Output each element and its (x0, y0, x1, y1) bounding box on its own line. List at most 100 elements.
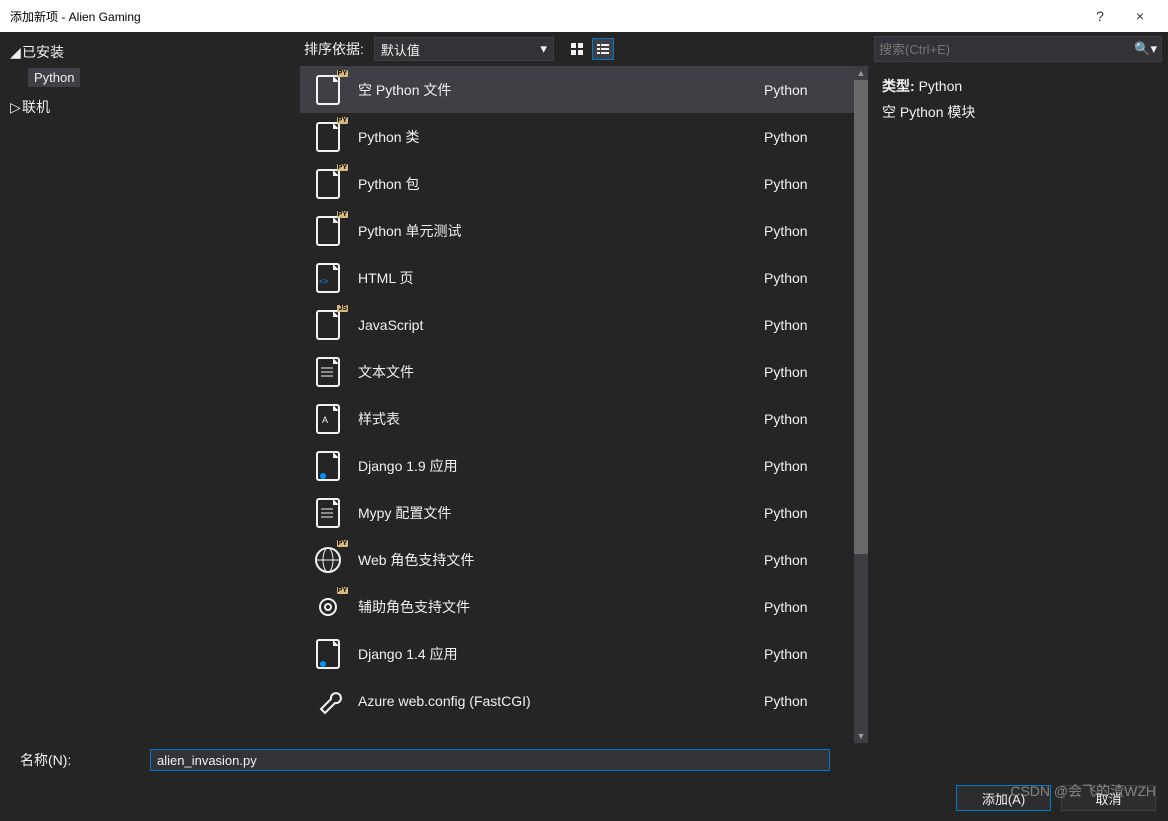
scroll-up-icon[interactable]: ▲ (854, 66, 868, 80)
center-panel: 排序依据: 默认值 ▾ PY空 Python 文件PythonPYPython … (300, 32, 868, 743)
template-group: Python (764, 505, 854, 521)
template-row[interactable]: <> HTML 页Python (300, 254, 854, 301)
template-group: Python (764, 270, 854, 286)
gear-icon: PY (312, 591, 344, 623)
name-input[interactable] (150, 749, 830, 771)
py-file-icon: PY (312, 74, 344, 106)
template-row[interactable]: PY 辅助角色支持文件Python (300, 583, 854, 630)
html-icon: <> (312, 262, 344, 294)
search-box[interactable]: 🔍▾ (874, 36, 1162, 62)
window-title: 添加新项 - Alien Gaming (10, 8, 1080, 25)
sidebar-item-python[interactable]: Python (28, 68, 80, 87)
template-name: Django 1.9 应用 (358, 456, 764, 476)
py-file-icon: PY (312, 215, 344, 247)
name-row: 名称(N): (10, 749, 1158, 771)
wrench-icon (312, 685, 344, 717)
template-row[interactable]: PY 空 Python 文件Python (300, 66, 854, 113)
template-group: Python (764, 693, 854, 709)
view-buttons (566, 38, 614, 60)
template-name: 空 Python 文件 (358, 80, 764, 100)
sidebar-online-label: 联机 (22, 97, 50, 117)
grid-icon (570, 42, 584, 56)
svg-text:A: A (322, 415, 328, 425)
view-small-list[interactable] (592, 38, 614, 60)
cfg-icon (312, 497, 344, 529)
template-group: Python (764, 458, 854, 474)
sidebar-installed[interactable]: ◢ 已安装 (0, 40, 300, 64)
txt-icon (312, 356, 344, 388)
scrollbar-thumb[interactable] (854, 80, 868, 554)
type-desc: 空 Python 模块 (882, 102, 1154, 122)
template-row[interactable]: Azure web.config (FastCGI)Python (300, 677, 854, 724)
py-file-icon: PY (312, 168, 344, 200)
template-name: Azure web.config (FastCGI) (358, 693, 764, 709)
name-label: 名称(N): (10, 750, 130, 770)
button-row: 添加(A) 取消 (10, 781, 1158, 815)
template-name: 样式表 (358, 409, 764, 429)
svg-text:<>: <> (319, 277, 329, 286)
template-group: Python (764, 82, 854, 98)
search-icon[interactable]: 🔍▾ (1134, 41, 1157, 57)
help-button[interactable]: ? (1080, 0, 1120, 32)
template-row[interactable]: JS JavaScriptPython (300, 301, 854, 348)
search-input[interactable] (879, 42, 1134, 57)
template-row[interactable]: A 样式表Python (300, 395, 854, 442)
expand-icon: ◢ (10, 44, 22, 61)
main-area: ◢ 已安装 Python ▷ 联机 排序依据: 默认值 ▾ (0, 32, 1168, 743)
template-row[interactable]: Django 1.9 应用Python (300, 442, 854, 489)
template-row[interactable]: PY Python 包Python (300, 160, 854, 207)
view-medium-icons[interactable] (566, 38, 588, 60)
template-row[interactable]: Django 1.4 应用Python (300, 630, 854, 677)
template-name: Python 单元测试 (358, 221, 764, 241)
template-name: 辅助角色支持文件 (358, 597, 764, 617)
info-panel: 类型: Python 空 Python 模块 (868, 66, 1168, 138)
django-icon (312, 638, 344, 670)
web-icon: PY (312, 544, 344, 576)
template-name: Django 1.4 应用 (358, 644, 764, 664)
scroll-down-icon[interactable]: ▼ (854, 729, 868, 743)
template-group: Python (764, 646, 854, 662)
js-icon: JS (312, 309, 344, 341)
list-icon (596, 42, 610, 56)
django-icon (312, 450, 344, 482)
sort-value: 默认值 (381, 40, 420, 59)
template-name: Mypy 配置文件 (358, 503, 764, 523)
center-toolbar: 排序依据: 默认值 ▾ (300, 32, 868, 66)
css-icon: A (312, 403, 344, 435)
template-group: Python (764, 176, 854, 192)
template-list-wrap: PY空 Python 文件PythonPYPython 类PythonPYPyt… (300, 66, 868, 743)
template-row[interactable]: PY Web 角色支持文件Python (300, 536, 854, 583)
template-name: Python 包 (358, 174, 764, 194)
close-button[interactable]: × (1120, 0, 1160, 32)
bottom-panel: 名称(N): 添加(A) 取消 (0, 743, 1168, 821)
cancel-button[interactable]: 取消 (1061, 785, 1156, 811)
template-group: Python (764, 129, 854, 145)
sort-label: 排序依据: (304, 39, 368, 59)
scrollbar[interactable]: ▲ ▼ (854, 66, 868, 743)
titlebar: 添加新项 - Alien Gaming ? × (0, 0, 1168, 32)
sidebar-installed-label: 已安装 (22, 42, 64, 62)
template-name: HTML 页 (358, 268, 764, 288)
template-row[interactable]: Mypy 配置文件Python (300, 489, 854, 536)
template-group: Python (764, 411, 854, 427)
template-row[interactable]: PY Python 类Python (300, 113, 854, 160)
sidebar: ◢ 已安装 Python ▷ 联机 (0, 32, 300, 743)
template-name: JavaScript (358, 317, 764, 333)
add-button[interactable]: 添加(A) (956, 785, 1051, 811)
py-file-icon: PY (312, 121, 344, 153)
type-value: Python (919, 78, 963, 94)
template-name: Python 类 (358, 127, 764, 147)
template-list: PY空 Python 文件PythonPYPython 类PythonPYPyt… (300, 66, 854, 743)
template-row[interactable]: PY Python 单元测试Python (300, 207, 854, 254)
template-row[interactable]: 文本文件Python (300, 348, 854, 395)
sort-combo[interactable]: 默认值 ▾ (374, 37, 554, 61)
template-name: 文本文件 (358, 362, 764, 382)
template-name: Web 角色支持文件 (358, 550, 764, 570)
collapse-icon: ▷ (10, 99, 22, 116)
template-group: Python (764, 552, 854, 568)
template-group: Python (764, 317, 854, 333)
type-label: 类型: (882, 78, 915, 94)
template-group: Python (764, 223, 854, 239)
template-group: Python (764, 599, 854, 615)
sidebar-online[interactable]: ▷ 联机 (0, 95, 300, 119)
